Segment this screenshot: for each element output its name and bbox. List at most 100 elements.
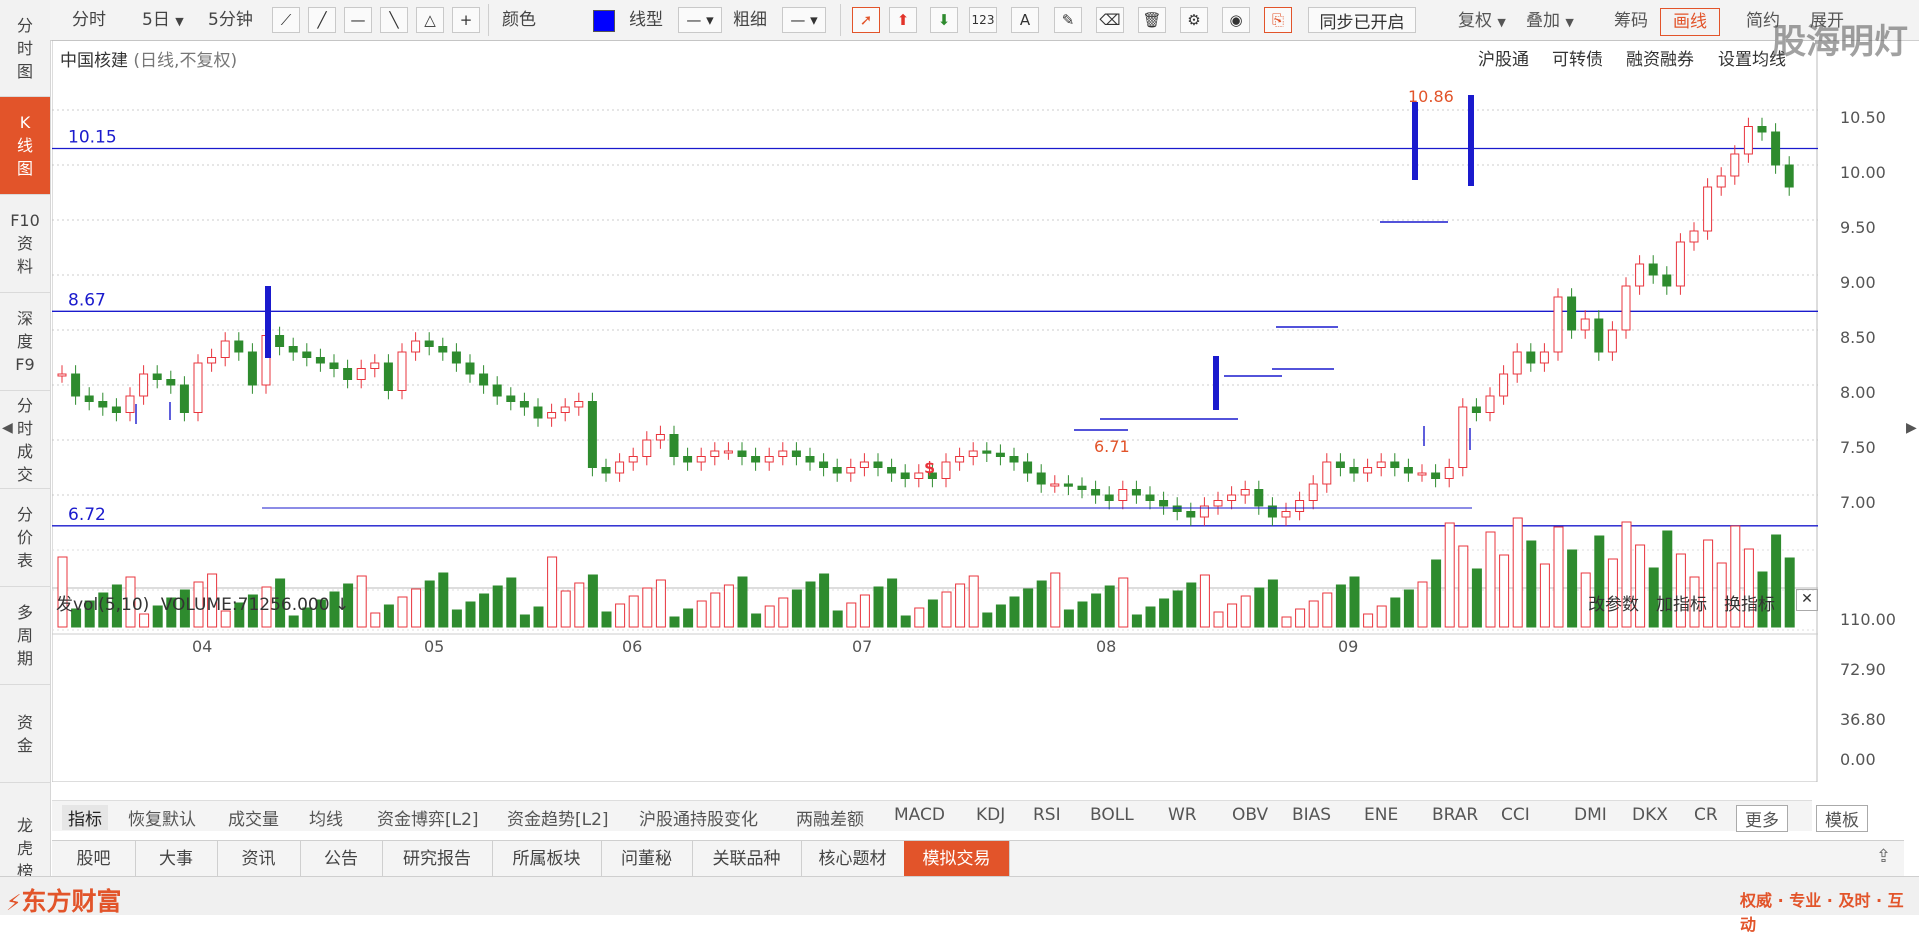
indicator-tab-5[interactable]: 资金趋势[L2] (507, 805, 609, 830)
volume-bar (819, 573, 830, 628)
period-5day-button[interactable]: 5日 ▼ (142, 6, 184, 34)
tab-funds[interactable]: 资 金 (0, 685, 50, 783)
bottom-tab-8[interactable]: 核心题材 (801, 841, 905, 877)
indicator-tab-19[interactable]: DKX (1632, 805, 1668, 825)
right-collapse-icon[interactable]: ▶ (1906, 420, 1917, 436)
volume-bar (1295, 608, 1306, 628)
bottom-tab-6[interactable]: 问董秘 (601, 841, 693, 877)
lock-drawing-icon[interactable]: ⎘ (1264, 7, 1292, 33)
horizontal-line-icon[interactable]: — (344, 7, 372, 33)
volume-bar (900, 615, 911, 628)
bottom-tab-5[interactable]: 所属板块 (492, 841, 602, 877)
chip-button[interactable]: 筹码 (1614, 8, 1648, 34)
down-arrow-icon[interactable]: ⬇ (930, 7, 958, 33)
indicator-tab-9[interactable]: KDJ (976, 805, 1005, 825)
period-5min-button[interactable]: 5分钟 (208, 6, 253, 34)
tab-kline[interactable]: K 线 图 (0, 97, 50, 195)
period-intraday-button[interactable]: 分时 (72, 6, 106, 34)
volume-bar (764, 605, 775, 628)
volume-btn-2[interactable]: 换指标 (1724, 590, 1775, 615)
indicator-tab-15[interactable]: ENE (1364, 805, 1398, 825)
volume-btn-1[interactable]: 加指标 (1656, 590, 1707, 615)
candle-body (370, 362, 380, 369)
indicator-tab-14[interactable]: BIAS (1292, 805, 1331, 825)
candle-body (1227, 494, 1237, 501)
candle-body (1757, 126, 1767, 133)
footer-slogan: 权威 · 专业 · 及时 · 互动 (1740, 891, 1904, 934)
volume-tick: 0.00 (1840, 750, 1876, 769)
candle-body (587, 401, 597, 468)
indicator-tab-4[interactable]: 资金博弈[L2] (377, 805, 479, 830)
candle-body (451, 351, 461, 364)
tab-trades-label: 分 时 成 交 (16, 395, 33, 484)
indicator-tab-17[interactable]: CCI (1501, 805, 1530, 825)
indicator-tab-12[interactable]: WR (1168, 805, 1197, 825)
gear-icon[interactable]: ⚙ (1180, 7, 1208, 33)
indicator-tab-8[interactable]: MACD (894, 805, 945, 825)
eye-icon[interactable]: ◉ (1222, 7, 1250, 33)
indicator-tab-16[interactable]: BRAR (1432, 805, 1478, 825)
tab-price-table[interactable]: 分 价 表 (0, 489, 50, 587)
number-icon[interactable]: 123 (969, 7, 997, 33)
linetype-select[interactable]: — ▾ (678, 7, 722, 33)
left-collapse-icon[interactable]: ◀ (2, 420, 13, 436)
indicator-tab-3[interactable]: 均线 (309, 805, 343, 830)
volume-btn-0[interactable]: 改参数 (1588, 590, 1639, 615)
ruler-icon[interactable]: ✎ (1054, 7, 1082, 33)
volume-bar (1322, 592, 1333, 628)
candle-body (737, 450, 747, 457)
trash-icon[interactable]: 🗑 (1138, 7, 1166, 33)
candle-body (1063, 483, 1073, 487)
indicator-tab-6[interactable]: 沪股通持股变化 (639, 805, 758, 830)
bottom-tab-4[interactable]: 研究报告 (382, 841, 493, 877)
fuquan-button[interactable]: 复权 ▼ (1458, 8, 1506, 34)
tab-intraday[interactable]: 分 时 图 (0, 0, 50, 97)
crosshair-icon[interactable]: + (452, 7, 480, 33)
indicator-tab-20[interactable]: CR (1694, 805, 1718, 825)
ray-line-icon[interactable]: ⟋ (272, 7, 300, 33)
up-arrow-icon[interactable]: ⬆ (889, 7, 917, 33)
bottom-tab-3[interactable]: 公告 (300, 841, 383, 877)
indicator-tab-10[interactable]: RSI (1033, 805, 1061, 825)
indicator-tab-13[interactable]: OBV (1232, 805, 1268, 825)
tab-trades[interactable]: 分 时 成 交 (0, 391, 50, 489)
candle-body (846, 467, 856, 474)
overlay-button[interactable]: 叠加 ▼ (1526, 8, 1574, 34)
volume-bar (1023, 588, 1034, 628)
eraser-icon[interactable]: ⌫ (1096, 7, 1124, 33)
indicator-tab-21[interactable]: 更多 (1736, 805, 1788, 832)
tab-f10[interactable]: F10 资 料 (0, 195, 50, 293)
tab-f9[interactable]: 深 度 F9 (0, 293, 50, 391)
popout-icon[interactable]: ⇪ (1876, 846, 1891, 867)
candle-body (1281, 511, 1291, 518)
bottom-tab-2[interactable]: 资讯 (217, 841, 301, 877)
close-indicator-icon[interactable]: ✕ (1796, 589, 1818, 611)
text-icon[interactable]: A (1011, 7, 1039, 33)
cursor-icon[interactable]: ➚ (852, 7, 880, 33)
triangle-icon[interactable]: △ (416, 7, 444, 33)
width-select[interactable]: — ▾ (782, 7, 826, 33)
bottom-tab-9[interactable]: 模拟交易 (904, 841, 1010, 877)
segment-line-icon[interactable]: ╱ (308, 7, 336, 33)
bottom-tab-0[interactable]: 股吧 (52, 841, 136, 877)
indicator-tab-7[interactable]: 两融差额 (796, 805, 864, 830)
bottom-tab-1[interactable]: 大事 (135, 841, 218, 877)
color-swatch[interactable] (593, 10, 615, 32)
indicator-tab-1[interactable]: 恢复默认 (128, 805, 196, 830)
candle-body (247, 351, 257, 386)
indicator-tab-18[interactable]: DMI (1574, 805, 1607, 825)
draw-line-button[interactable]: 画线 (1660, 8, 1720, 36)
indicator-tab-11[interactable]: BOLL (1090, 805, 1134, 825)
kline-chart[interactable]: 10.15 8.67 6.72 10.86 6.71 $04 05 06 07 08 09 (52, 40, 1818, 782)
indicator-tab-2[interactable]: 成交量 (228, 805, 279, 830)
bottom-tab-7[interactable]: 关联品种 (692, 841, 802, 877)
indicator-tab-0[interactable]: 指标 (62, 805, 108, 830)
candle-body (411, 340, 421, 353)
candle-body (900, 472, 910, 479)
tab-multi-period[interactable]: 多 周 期 (0, 587, 50, 685)
sync-button[interactable]: 同步已开启 (1308, 7, 1416, 33)
volume-bar (1172, 590, 1183, 628)
diagonal-line-icon[interactable]: ╲ (380, 7, 408, 33)
indicator-tab-22[interactable]: 模板 (1816, 805, 1868, 832)
price-tick: 9.50 (1840, 218, 1876, 237)
